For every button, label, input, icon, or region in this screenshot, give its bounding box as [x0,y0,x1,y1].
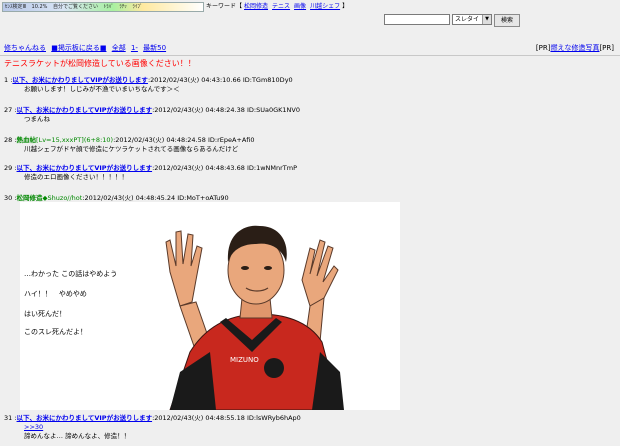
keyword-link[interactable]: テニス [272,3,290,10]
search-scope-value: スレタイ [455,16,480,23]
search-scope-select[interactable]: スレタイ ▼ [452,14,492,25]
right-eye-shape [264,266,272,270]
nav-all-link[interactable]: 全部 [112,44,126,52]
quote-line: …わかった この話はやめよう [24,270,118,278]
post-meta: :2012/02/43(火) 04:48:55.18 ID:lsWRyb6hAp… [152,414,301,422]
quote-line: ハイ！！ やめやめ [24,290,87,298]
post-trip: ◆Shuzo//hot [42,194,83,202]
quote-line: このスレ死んだよ！ [24,328,87,336]
nav-latest-link[interactable]: 最新50 [143,44,166,52]
reply-anchor-link[interactable]: >>30 [24,423,43,431]
post-body: お願いします！しじみが不漁でいまいちなんです＞＜ [24,85,180,93]
post-name[interactable]: 以下、お米にかわりましてVIPがお送りします [17,414,153,422]
left-hand-shape [165,230,203,307]
post-body: 修造のエロ画像ください！！！！！ [24,173,128,181]
post-number: 29 [4,164,13,172]
meter-seg: ｾﾝｽ検定Ⅲ [5,4,26,10]
pr-banner: [PR]燃えな修造写真[PR] [536,44,614,53]
post-meta: :2012/02/43(火) 04:48:45.24 ID:MoT+oATu90 [82,194,229,202]
meter-seg: ﾗｲﾌﾞ [132,4,143,10]
thread-title: テニスラケットが松岡修造している画像ください！！ [4,59,196,68]
keyword-link[interactable]: 画像 [294,3,306,10]
meter-seg: 自分でご覧ください [53,4,99,10]
post-meta: :2012/02/43(火) 04:48:43.68 ID:1wNMnrTmP [152,164,298,172]
top-bar: ｾﾝｽ検定Ⅲ 10.2% 自分でご覧ください ﾄﾗﾊﾞ ﾗﾁｯ ﾗｲﾌﾞ キーワ… [0,0,620,13]
meter-seg: 10.2% [31,4,48,10]
post-name[interactable]: 以下、お米にかわりましてVIPがお送りします [17,106,153,114]
left-eye-shape [241,266,249,270]
search-input[interactable] [384,14,450,25]
post-name[interactable]: 以下、お米にかわりましてVIPがお送りします [17,164,153,172]
post: 27 :以下、お米にかわりましてVIPがお送りします:2012/02/43(火)… [4,106,300,123]
post-meta: :2012/02/43(火) 04:48:24.58 ID:rEpeA+Afi0 [113,136,255,144]
pr-suffix: [PR] [599,44,614,52]
post-number: 30 [4,194,13,202]
search-button[interactable]: 検索 [494,14,521,27]
nav-first-link[interactable]: 1- [131,44,138,52]
post-level: [Lv=15,xxxPT] [36,136,84,144]
divider [0,55,620,56]
post-meta: :2012/02/43(火) 04:43:10.66 ID:TGm810Dy0 [147,76,293,84]
keyword-label: キーワード【 [206,3,243,10]
post: 29 :以下、お米にかわりましてVIPがお送りします:2012/02/43(火)… [4,164,298,181]
keyword-close: 】 [342,3,349,10]
post-number: 1 [4,76,9,84]
quote-line: はい死んだ！ [24,310,66,318]
post-number: 28 [4,136,13,144]
post-name: 松岡修造 [16,194,43,202]
post-body: 諦めんなよ… 諦めんなよ、修造！！ [24,432,131,440]
nav-back-link[interactable]: ■掲示板に戻る■ [51,44,106,52]
post-number: 31 [4,414,13,422]
right-hand-shape [301,239,339,307]
post-name: 熱血帖 [16,136,37,144]
chevron-down-icon: ▼ [482,15,491,24]
nav-home-link[interactable]: 修ちゃんねる [4,44,46,52]
sense-meter: ｾﾝｽ検定Ⅲ 10.2% 自分でご覧ください ﾄﾗﾊﾞ ﾗﾁｯ ﾗｲﾌﾞ [2,2,204,12]
post-image[interactable]: MIZUNO [20,202,400,411]
logo-text: MIZUNO [230,356,259,364]
post-body: つまんね [24,115,50,123]
meter-seg: ﾄﾗﾊﾞ [103,4,114,10]
board-nav: 修ちゃんねる ■掲示板に戻る■ 全部 1- 最新50 [4,44,169,53]
keyword-bar: キーワード【 松岡修造 テニス 画像 川越シェフ】 [206,2,348,11]
post-meta: :2012/02/43(火) 04:48:24.38 ID:SUa0GK1NV0 [152,106,300,114]
emblem-shape [264,358,284,378]
post: 28 :熱血帖[Lv=15,xxxPT](6+8:10):2012/02/43(… [4,136,255,153]
pr-prefix: [PR] [535,44,551,52]
post-number: 27 [4,106,13,114]
post: 31 :以下、お米にかわりましてVIPがお送りします:2012/02/43(火)… [4,414,301,440]
post-level-extra: (6+8:10) [83,136,114,144]
meter-seg: ﾗﾁｯ [119,4,127,10]
pr-link[interactable]: 燃えな修造写真 [550,44,599,52]
shuzo-illustration: MIZUNO [165,225,344,411]
post: 1 :以下、お米にかわりましてVIPがお送りします:2012/02/43(火) … [4,76,293,93]
keyword-link[interactable]: 川越シェフ [310,3,340,10]
keyword-link[interactable]: 松岡修造 [244,3,268,10]
post-body: 川越シェフがドヤ顔で修造にケツラケットされてる画像ならあるんだけど [24,145,239,153]
search-form: スレタイ ▼ 検索 [384,14,521,27]
post-name[interactable]: 以下、お米にかわりましてVIPがお送りします [12,76,148,84]
